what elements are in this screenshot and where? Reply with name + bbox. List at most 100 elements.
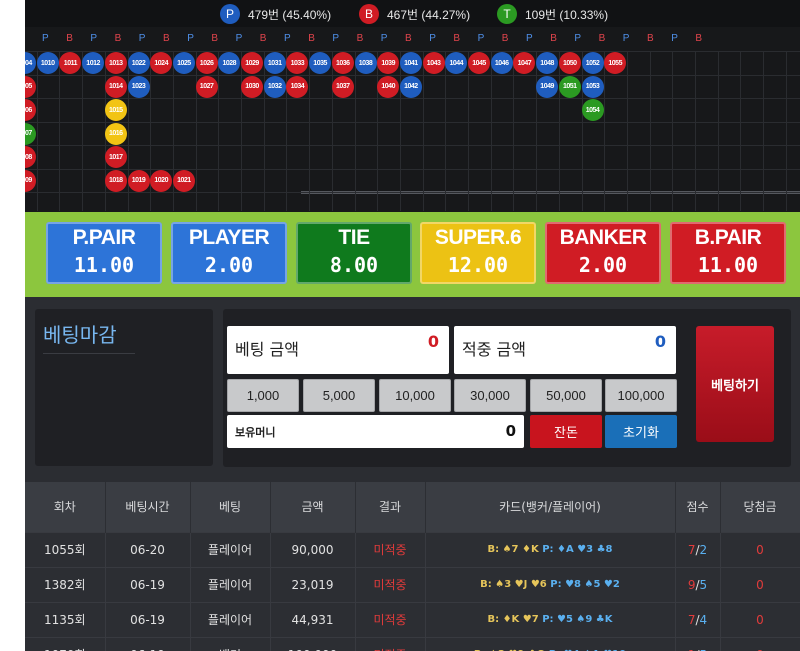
odds-name: PLAYER: [188, 226, 270, 249]
banker-cards: B: ♠3 ♥J ♥6: [480, 579, 547, 590]
road-cell: 1006: [25, 99, 36, 121]
road-cell: 1045: [468, 52, 490, 74]
cell-score: 7/4: [675, 601, 721, 637]
table-row: 1070회06-19뱅커100,000미적중B: ♠2 ♥9 ♣Q P: ♥4 …: [25, 636, 800, 651]
player-score: 4: [699, 612, 708, 627]
cell-round: 1070회: [25, 636, 106, 651]
b-pair-bet-button[interactable]: B.PAIR 11.00: [670, 222, 786, 284]
col-result: 결과: [355, 482, 426, 532]
odds-value: 2.00: [204, 253, 254, 277]
cell-amount: 44,931: [270, 601, 356, 637]
cell-bet: 플레이어: [190, 566, 271, 602]
pb-label: B: [211, 33, 219, 44]
chip-10000-button[interactable]: 10,000: [379, 379, 451, 412]
table-row: 1135회 06-19 플레이어 44,931 미적중 B: ♦K ♥7 P: ♥5 ♠9…: [25, 601, 800, 637]
cell-round: 1055회: [25, 531, 106, 567]
player-cards: P: ♥8 ♠5 ♥2: [550, 579, 620, 590]
pb-label: P: [574, 33, 582, 44]
pb-label: B: [647, 33, 654, 44]
tie-bet-button[interactable]: TIE 8.00: [296, 222, 412, 284]
cell-amount: 100,000: [270, 636, 356, 651]
road-cell: 1022: [127, 52, 150, 74]
p-pair-bet-button[interactable]: P.PAIR 11.00: [46, 222, 162, 284]
cell-time: 06-19: [105, 566, 191, 602]
cell-time: 06-20: [105, 531, 191, 567]
road-cell: 1015: [104, 99, 127, 121]
road-cell: 1016: [104, 122, 127, 145]
change-button[interactable]: 잔돈: [530, 415, 602, 448]
road-cell: 1004: [25, 52, 36, 74]
odds-name: BANKER: [559, 226, 647, 249]
pb-label: B: [501, 33, 509, 44]
chip-100000-button[interactable]: 100,000: [605, 379, 677, 412]
odds-value: 12.00: [447, 253, 509, 277]
road-cell: 1046: [490, 52, 513, 74]
chip-1000-button[interactable]: 1,000: [227, 379, 299, 412]
bet-panel: 베팅 금액 0 적중 금액 0 1,000 5,000 10,000 30,00…: [223, 309, 791, 467]
history-header-row: 회차 베팅시간 베팅 금액 결과 카드(뱅커/플레이어) 점수 당첨금: [25, 482, 800, 532]
pb-label: B: [550, 33, 557, 44]
cell-result: 미적중: [355, 531, 426, 567]
pb-label: B: [308, 33, 315, 44]
cell-time: 06-19: [105, 601, 191, 637]
col-payout: 당첨금: [720, 482, 800, 532]
win-amount-value: 0: [654, 332, 666, 351]
road-cell: 1027: [195, 75, 218, 98]
player-badge-icon: P: [220, 4, 240, 24]
place-bet-button[interactable]: 베팅하기: [696, 326, 774, 442]
road-cell: 1008: [25, 146, 36, 168]
road-cell: 1037: [331, 75, 354, 98]
road-cell: 1005: [25, 75, 36, 98]
col-score: 점수: [675, 482, 721, 532]
road-cell: 1050: [558, 52, 581, 74]
super6-bet-button[interactable]: SUPER.6 12.00: [420, 222, 536, 284]
road-cell: 1032: [263, 75, 286, 98]
road-cell: 1035: [309, 52, 332, 74]
bet-amount-value: 0: [427, 332, 439, 351]
pb-label: P: [235, 33, 243, 44]
stat-banker: B 467번 (44.27%): [359, 4, 470, 24]
road-cell: 1044: [445, 52, 468, 74]
chip-50000-button[interactable]: 50,000: [530, 379, 602, 412]
cell-result: 미적중: [355, 601, 426, 637]
win-amount-label: 적중 금액: [462, 340, 526, 359]
road-cell: 1017: [104, 146, 127, 168]
odds-value: 11.00: [697, 253, 759, 277]
pb-label: P: [429, 33, 436, 44]
chip-5000-button[interactable]: 5,000: [303, 379, 375, 412]
cell-bet: 플레이어: [190, 531, 271, 567]
cell-result: 미적중: [355, 636, 426, 651]
odds-value: 11.00: [73, 253, 135, 277]
banker-badge-icon: B: [359, 4, 379, 24]
bead-road: PBPBPBPBPBPBPBPBPBPBPBPBPBPB 10041010101…: [25, 27, 800, 212]
odds-name: TIE: [338, 226, 370, 249]
banker-cards: B: ♠7 ♦K: [487, 544, 539, 555]
odds-bar: P.PAIR 11.00 PLAYER 2.00 TIE 8.00 SUPER.6 12.00…: [25, 212, 800, 297]
cell-amount: 90,000: [270, 531, 356, 567]
cell-round: 1382회: [25, 566, 106, 602]
road-cell: 1054: [581, 99, 604, 121]
stat-tie: T 109번 (10.33%): [497, 4, 608, 24]
odds-name: SUPER.6: [434, 226, 522, 249]
pb-label: B: [66, 33, 73, 44]
pb-label: B: [356, 33, 364, 44]
road-cell: 1019: [127, 169, 150, 192]
banker-cards: B: ♦K ♥7: [487, 614, 539, 625]
cell-score: 7/2: [675, 531, 721, 567]
stat-player-text: 479번 (45.40%): [248, 7, 332, 22]
chip-30000-button[interactable]: 30,000: [454, 379, 526, 412]
player-bet-button[interactable]: PLAYER 2.00: [171, 222, 287, 284]
cell-amount: 23,019: [270, 566, 356, 602]
pb-label: B: [163, 33, 170, 44]
pb-label: B: [405, 33, 412, 44]
road-cell: 1013: [104, 52, 127, 74]
player-score: 5: [699, 577, 708, 592]
pb-label-row: PBPBPBPBPBPBPBPBPBPBPBPBPBPB: [25, 27, 800, 51]
banker-bet-button[interactable]: BANKER 2.00: [545, 222, 661, 284]
road-cell: 1023: [127, 75, 150, 98]
reset-button[interactable]: 초기화: [605, 415, 677, 448]
grid-line: [25, 98, 800, 99]
pb-label: P: [187, 33, 194, 44]
table-row: 1382회 06-19 플레이어 23,019 미적중 B: ♠3 ♥J ♥6 P: ♥8…: [25, 566, 800, 602]
cell-payout: 0: [720, 531, 800, 567]
